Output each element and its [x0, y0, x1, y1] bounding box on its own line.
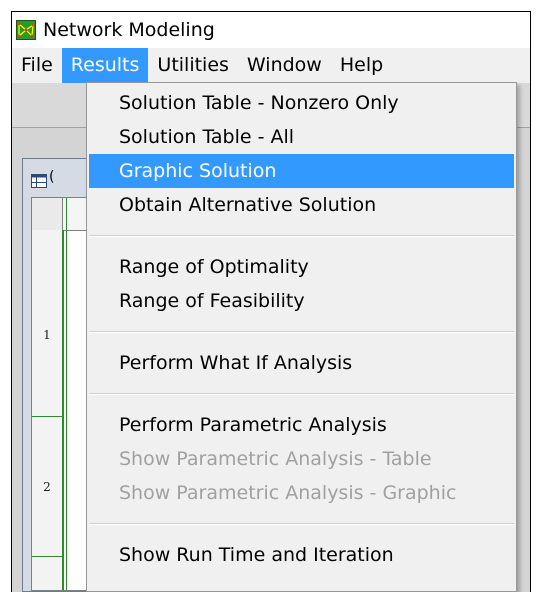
- menu-utilities[interactable]: Utilities: [148, 48, 238, 83]
- menu-item-perform-what-if-analysis[interactable]: Perform What If Analysis: [89, 346, 514, 380]
- menu-file[interactable]: File: [12, 48, 62, 83]
- window-title: Network Modeling: [43, 19, 215, 41]
- menu-separator: [89, 393, 514, 395]
- menu-item-obtain-alternative-solution[interactable]: Obtain Alternative Solution: [89, 188, 514, 222]
- menu-item-show-parametric-graphic: Show Parametric Analysis - Graphic: [119, 482, 457, 504]
- row-header-1[interactable]: 1: [32, 328, 62, 342]
- menu-item-range-of-feasibility[interactable]: Range of Feasibility: [89, 284, 514, 318]
- menu-separator: [89, 523, 514, 525]
- column-divider: [66, 198, 67, 590]
- child-window-title: (: [49, 169, 55, 185]
- results-dropdown-menu: Solution Table - Nonzero Only Solution T…: [86, 82, 517, 592]
- row-divider: [32, 416, 62, 417]
- menu-item-solution-table-all[interactable]: Solution Table - All: [89, 120, 514, 154]
- menu-item-solution-table-nonzero[interactable]: Solution Table - Nonzero Only: [89, 86, 514, 120]
- menu-item-show-run-time[interactable]: Show Run Time and Iteration: [89, 538, 514, 572]
- row-divider: [32, 556, 62, 557]
- menu-window[interactable]: Window: [238, 48, 331, 83]
- menu-results[interactable]: Results: [61, 48, 149, 83]
- menu-separator: [89, 235, 514, 237]
- menu-item-range-of-optimality[interactable]: Range of Optimality: [89, 250, 514, 284]
- menu-item-graphic-solution[interactable]: Graphic Solution: [89, 154, 514, 188]
- menu-item-perform-parametric-analysis[interactable]: Perform Parametric Analysis: [89, 408, 514, 442]
- grid-corner: [32, 198, 63, 230]
- spreadsheet-icon: [31, 171, 47, 188]
- menu-separator: [89, 331, 514, 333]
- row-header-2[interactable]: 2: [32, 480, 62, 494]
- network-grid-icon: [16, 20, 36, 40]
- menu-help[interactable]: Help: [331, 48, 392, 83]
- title-bar: Network Modeling: [12, 12, 530, 48]
- menu-item-show-parametric-table: Show Parametric Analysis - Table: [119, 448, 432, 470]
- row-header-column: 1 2 3: [32, 230, 64, 590]
- menu-bar: File Results Utilities Window Help: [12, 48, 530, 83]
